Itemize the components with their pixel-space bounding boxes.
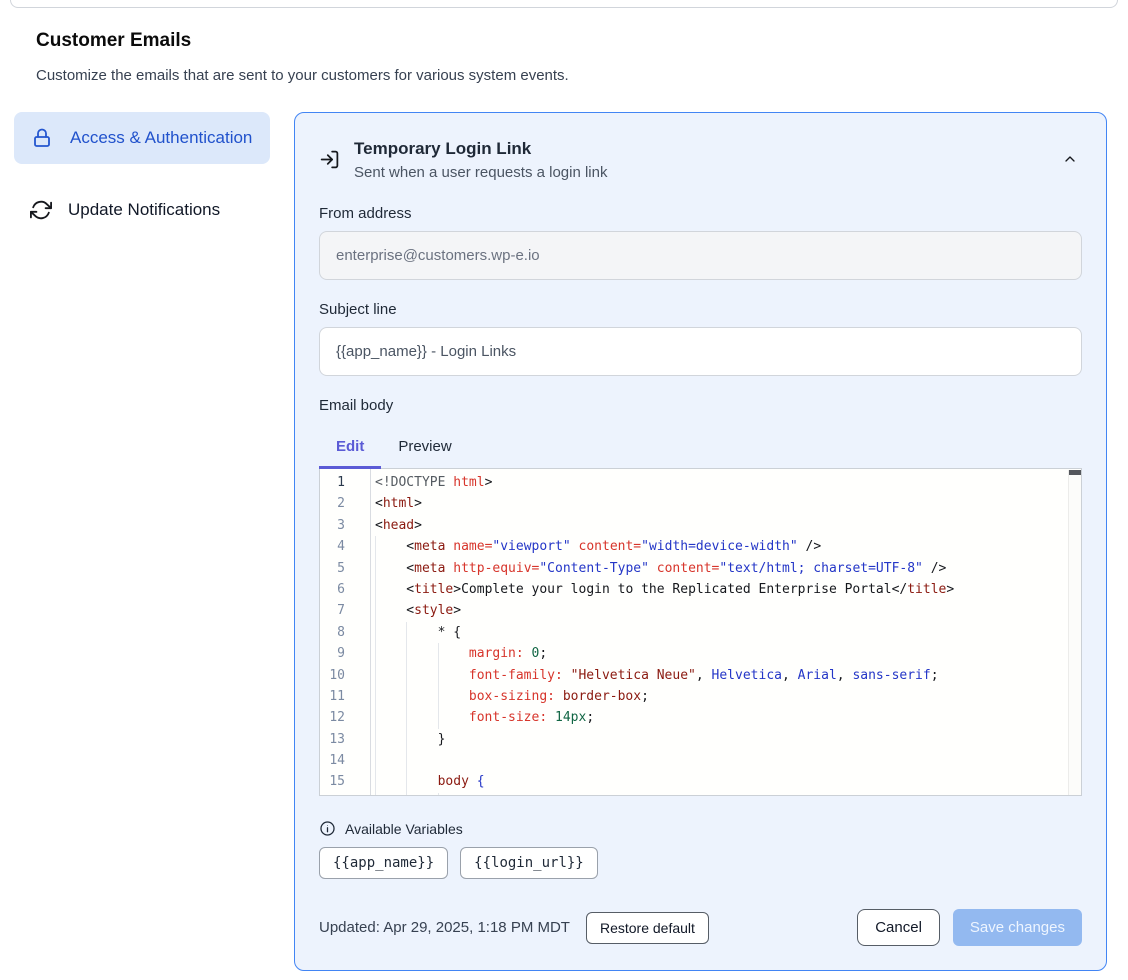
indent-guide [406, 750, 437, 771]
indent-guide [406, 643, 437, 664]
variable-chip-login-url[interactable]: {{login_url}} [460, 847, 598, 879]
cancel-button[interactable]: Cancel [857, 909, 940, 946]
tab-edit[interactable]: Edit [319, 428, 381, 469]
line-number: 11 [320, 686, 370, 707]
indent-guide [438, 665, 469, 686]
code-editor[interactable]: 1<!DOCTYPE html>2<html>3<head>4<meta nam… [319, 469, 1082, 796]
variable-chip-app-name[interactable]: {{app_name}} [319, 847, 448, 879]
indent-guide [406, 793, 437, 796]
card-footer: Updated: Apr 29, 2025, 1:18 PM MDT Resto… [319, 909, 1082, 946]
indent-guide [438, 707, 469, 728]
line-number: 16 [320, 793, 370, 796]
line-number: 1 [320, 472, 370, 493]
code-line: 12font-size: 14px; [320, 707, 1081, 728]
refresh-icon [30, 199, 52, 221]
line-number: 3 [320, 515, 370, 536]
tab-preview[interactable]: Preview [381, 428, 468, 469]
indent-guide [406, 622, 437, 643]
variable-chips: {{app_name}} {{login_url}} [319, 847, 1082, 879]
available-variables-label: Available Variables [345, 821, 463, 837]
card-subtitle: Sent when a user requests a login link [354, 164, 607, 181]
sidebar-item-access-authentication[interactable]: Access & Authentication [14, 112, 270, 164]
page-title: Customer Emails [36, 30, 1092, 52]
page-subtitle: Customize the emails that are sent to yo… [36, 67, 1092, 84]
save-changes-button[interactable]: Save changes [953, 909, 1082, 946]
line-number: 10 [320, 665, 370, 686]
line-number: 5 [320, 558, 370, 579]
indent-guide [375, 729, 406, 750]
code-line: 7<style> [320, 600, 1081, 621]
page-header: Customer Emails Customize the emails tha… [0, 8, 1128, 84]
code-line: 3<head> [320, 515, 1081, 536]
code-line: 13} [320, 729, 1081, 750]
indent-guide [375, 686, 406, 707]
code-line: 16background-color: #f6f6f6; [320, 793, 1081, 796]
code-line: 1<!DOCTYPE html> [320, 472, 1081, 493]
code-line: 14 [320, 750, 1081, 771]
line-number: 15 [320, 771, 370, 792]
indent-guide [406, 771, 437, 792]
indent-guide [375, 771, 406, 792]
line-number: 8 [320, 622, 370, 643]
lock-icon [30, 126, 54, 150]
from-address-input[interactable] [319, 231, 1082, 280]
collapse-button[interactable] [1058, 147, 1082, 171]
editor-tabbar: Edit Preview [319, 428, 1082, 469]
indent-guide [406, 729, 437, 750]
card-header: Temporary Login Link Sent when a user re… [319, 139, 1082, 181]
indent-guide [375, 579, 406, 600]
line-number: 4 [320, 536, 370, 557]
indent-guide [438, 793, 469, 796]
line-number: 12 [320, 707, 370, 728]
line-number: 9 [320, 643, 370, 664]
indent-guide [375, 665, 406, 686]
indent-guide [438, 643, 469, 664]
indent-guide [406, 665, 437, 686]
editor-scrollbar-thumb[interactable] [1069, 470, 1081, 475]
code-line: 15body { [320, 771, 1081, 792]
sidebar-item-label: Access & Authentication [70, 126, 252, 150]
indent-guide [406, 686, 437, 707]
sidebar: Access & Authentication Update Notificat… [14, 112, 270, 256]
subject-line-input[interactable] [319, 327, 1082, 376]
card-title: Temporary Login Link [354, 139, 607, 159]
code-line: 9margin: 0; [320, 643, 1081, 664]
code-line: 6<title>Complete your login to the Repli… [320, 579, 1081, 600]
updated-timestamp: Updated: Apr 29, 2025, 1:18 PM MDT [319, 919, 570, 936]
indent-guide [375, 622, 406, 643]
info-icon [319, 820, 336, 837]
email-body-label: Email body [319, 397, 1082, 414]
indent-guide [375, 707, 406, 728]
chevron-up-icon [1062, 151, 1078, 167]
code-line: 10font-family: "Helvetica Neue", Helveti… [320, 665, 1081, 686]
sidebar-item-label: Update Notifications [68, 198, 220, 222]
indent-guide [375, 643, 406, 664]
login-icon [319, 149, 340, 181]
email-settings-card: Temporary Login Link Sent when a user re… [294, 112, 1107, 971]
code-line: 5<meta http-equiv="Content-Type" content… [320, 558, 1081, 579]
indent-guide [375, 558, 406, 579]
code-line: 2<html> [320, 493, 1081, 514]
line-number: 7 [320, 600, 370, 621]
previous-card-clipped-edge [10, 0, 1118, 8]
indent-guide [375, 536, 406, 557]
sidebar-item-update-notifications[interactable]: Update Notifications [14, 184, 270, 236]
line-number: 14 [320, 750, 370, 771]
indent-guide [375, 750, 406, 771]
subject-line-label: Subject line [319, 301, 1082, 318]
indent-guide [438, 686, 469, 707]
line-number: 2 [320, 493, 370, 514]
line-number: 13 [320, 729, 370, 750]
code-lines: 1<!DOCTYPE html>2<html>3<head>4<meta nam… [320, 469, 1081, 796]
code-line: 8* { [320, 622, 1081, 643]
line-number: 6 [320, 579, 370, 600]
indent-guide [375, 600, 406, 621]
editor-scrollbar-track [1068, 470, 1081, 795]
code-line: 4<meta name="viewport" content="width=de… [320, 536, 1081, 557]
indent-guide [406, 707, 437, 728]
indent-guide [375, 793, 406, 796]
code-line: 11box-sizing: border-box; [320, 686, 1081, 707]
from-address-label: From address [319, 205, 1082, 222]
restore-default-button[interactable]: Restore default [586, 912, 709, 944]
